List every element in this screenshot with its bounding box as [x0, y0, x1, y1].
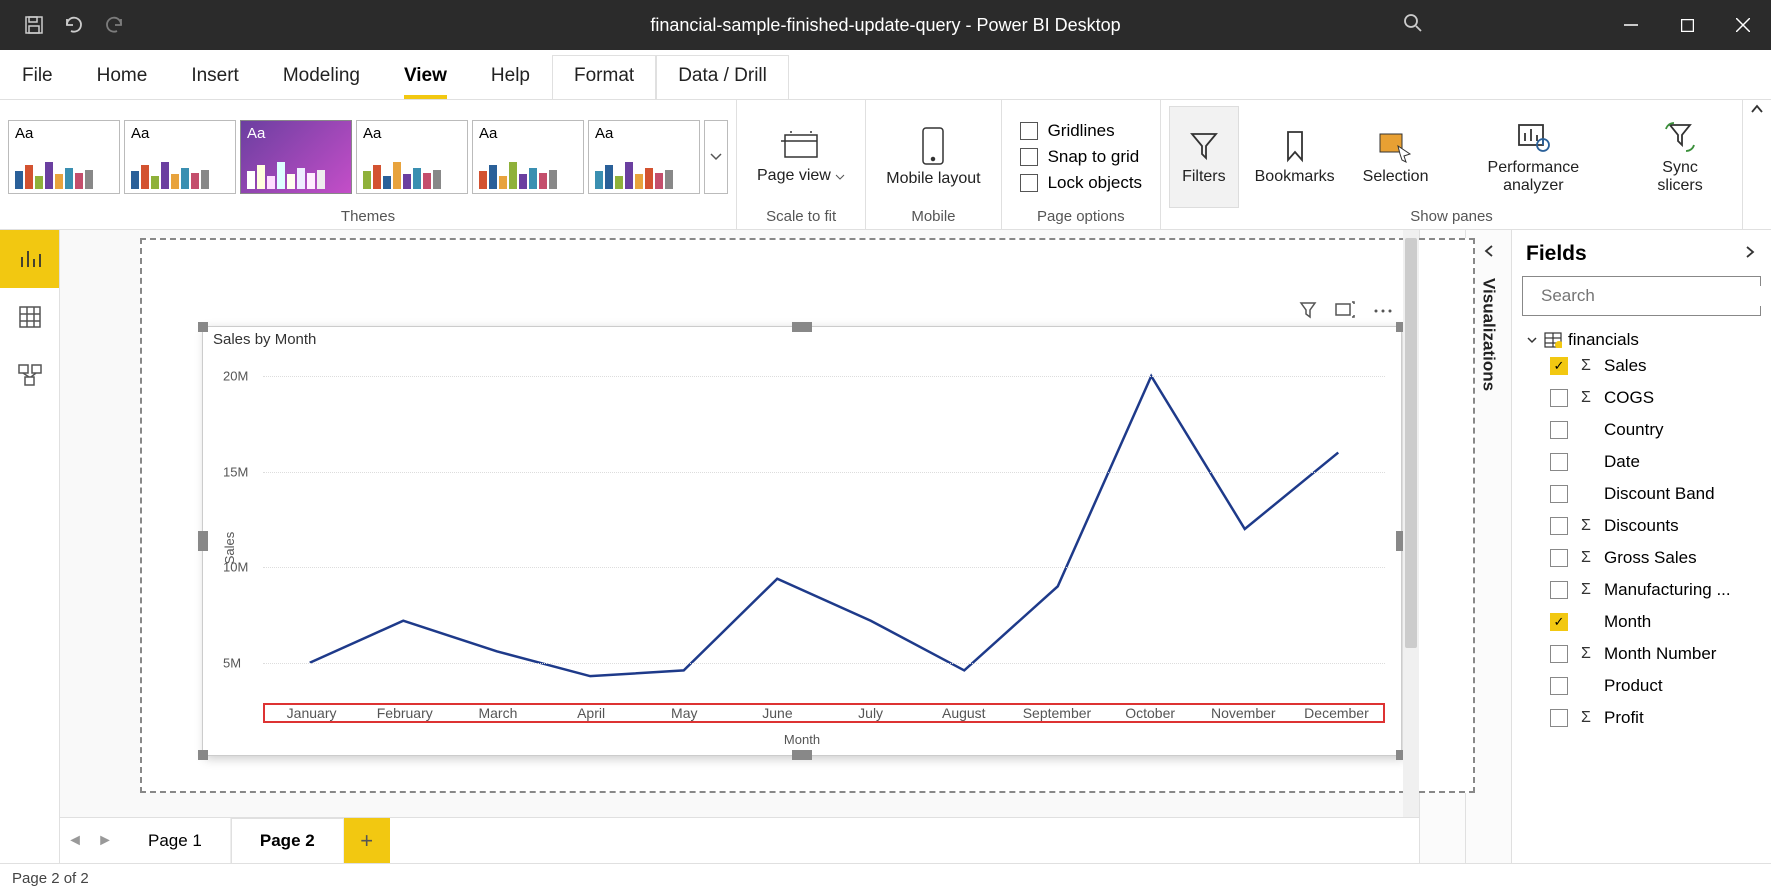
menu-file[interactable]: File — [0, 55, 75, 99]
mobile-layout-button[interactable]: Mobile layout — [874, 106, 992, 208]
gridlines-checkbox[interactable]: Gridlines — [1020, 121, 1143, 141]
window-title: financial-sample-finished-update-query -… — [650, 15, 1120, 36]
field-month-number[interactable]: ΣMonth Number — [1550, 638, 1771, 670]
menu-insert[interactable]: Insert — [169, 55, 261, 99]
chevron-down-icon — [835, 174, 845, 180]
data-view-button[interactable] — [0, 288, 59, 346]
lock-objects-checkbox[interactable]: Lock objects — [1020, 173, 1143, 193]
fields-pane-title: Fields — [1526, 242, 1587, 266]
chevron-right-icon[interactable] — [1743, 245, 1757, 264]
menu-home[interactable]: Home — [75, 55, 170, 99]
page-tab-1[interactable]: Page 1 — [120, 818, 231, 864]
redo-button[interactable] — [102, 13, 126, 37]
filters-toggle[interactable]: Filters — [1169, 106, 1239, 208]
resize-handle[interactable] — [792, 750, 812, 760]
status-bar: Page 2 of 2 — [0, 863, 1771, 893]
performance-analyzer-toggle[interactable]: Performance analyzer — [1444, 106, 1622, 208]
theme-option-5[interactable]: Aa — [472, 120, 584, 194]
view-rail — [0, 230, 60, 863]
selection-toggle[interactable]: Selection — [1351, 106, 1441, 208]
x-axis-title: Month — [784, 732, 820, 747]
visual-more-icon[interactable] — [1373, 301, 1393, 324]
fields-table-toggle[interactable]: financials — [1512, 326, 1771, 350]
undo-button[interactable] — [62, 13, 86, 37]
chevron-down-icon — [1526, 334, 1538, 346]
model-view-button[interactable] — [0, 346, 59, 404]
status-page-indicator: Page 2 of 2 — [12, 870, 89, 887]
minimize-button[interactable] — [1603, 0, 1659, 50]
fields-search-input[interactable] — [1541, 286, 1762, 306]
maximize-button[interactable] — [1659, 0, 1715, 50]
menu-data-drill[interactable]: Data / Drill — [656, 55, 789, 99]
filter-icon — [1186, 128, 1222, 164]
visual-filter-icon[interactable] — [1299, 301, 1317, 324]
bookmark-icon — [1280, 128, 1310, 164]
ribbon-group-page-options-label: Page options — [1010, 208, 1153, 227]
field-manufacturing[interactable]: ΣManufacturing ... — [1550, 574, 1771, 606]
selection-icon — [1376, 128, 1416, 164]
page-tab-strip: ◄ ► Page 1 Page 2 + — [60, 817, 1419, 863]
snap-to-grid-checkbox[interactable]: Snap to grid — [1020, 147, 1143, 167]
ribbon: Aa Aa Aa Aa Aa Aa Themes Page view Scale… — [0, 100, 1771, 230]
resize-handle[interactable] — [198, 531, 208, 551]
menu-view[interactable]: View — [382, 55, 469, 99]
ribbon-group-themes-label: Themes — [8, 208, 728, 227]
menu-help[interactable]: Help — [469, 55, 552, 99]
title-bar: financial-sample-finished-update-query -… — [0, 0, 1771, 50]
theme-option-3[interactable]: Aa — [240, 120, 352, 194]
line-chart-visual[interactable]: Sales by Month Sales Month 5M10M15M20M J… — [202, 326, 1402, 756]
save-button[interactable] — [22, 13, 46, 37]
fields-pane: Fields financials ΣSales ΣCOGS Country D… — [1511, 230, 1771, 863]
resize-handle[interactable] — [198, 322, 208, 332]
field-cogs[interactable]: ΣCOGS — [1550, 382, 1771, 414]
menu-bar: File Home Insert Modeling View Help Form… — [0, 50, 1771, 100]
resize-handle[interactable] — [198, 750, 208, 760]
chart-title: Sales by Month — [213, 331, 316, 348]
page-tab-2[interactable]: Page 2 — [231, 818, 344, 864]
fields-search[interactable] — [1522, 276, 1761, 316]
search-icon[interactable] — [1403, 13, 1423, 38]
close-button[interactable] — [1715, 0, 1771, 50]
menu-format[interactable]: Format — [552, 55, 656, 99]
tab-nav-prev[interactable]: ◄ — [60, 832, 90, 850]
page-view-button[interactable]: Page view — [745, 106, 857, 208]
themes-more-button[interactable] — [704, 120, 728, 194]
visual-focus-icon[interactable] — [1335, 301, 1355, 324]
field-sales[interactable]: ΣSales — [1550, 350, 1771, 382]
field-profit[interactable]: ΣProfit — [1550, 702, 1771, 734]
field-month[interactable]: Month — [1550, 606, 1771, 638]
field-date[interactable]: Date — [1550, 446, 1771, 478]
sync-slicers-icon — [1660, 119, 1700, 155]
table-icon — [1544, 332, 1562, 348]
performance-icon — [1513, 119, 1553, 155]
ribbon-group-mobile-label: Mobile — [874, 208, 992, 227]
sync-slicers-toggle[interactable]: Sync slicers — [1626, 106, 1734, 208]
chevron-left-icon — [1482, 244, 1496, 258]
ribbon-group-show-panes-label: Show panes — [1169, 208, 1734, 227]
theme-option-4[interactable]: Aa — [356, 120, 468, 194]
menu-modeling[interactable]: Modeling — [261, 55, 382, 99]
chevron-down-icon — [710, 153, 722, 161]
chevron-up-icon — [1750, 104, 1764, 114]
report-view-button[interactable] — [0, 230, 59, 288]
tab-nav-next[interactable]: ► — [90, 832, 120, 850]
field-gross-sales[interactable]: ΣGross Sales — [1550, 542, 1771, 574]
theme-option-6[interactable]: Aa — [588, 120, 700, 194]
field-discount-band[interactable]: Discount Band — [1550, 478, 1771, 510]
ribbon-group-scale-label: Scale to fit — [745, 208, 857, 227]
x-axis-labels: JanuaryFebruaryMarchAprilMayJuneJulyAugu… — [263, 703, 1385, 723]
field-product[interactable]: Product — [1550, 670, 1771, 702]
resize-handle[interactable] — [792, 322, 812, 332]
mobile-icon — [919, 126, 947, 166]
report-canvas[interactable]: Sales by Month Sales Month 5M10M15M20M J… — [140, 238, 1475, 793]
canvas-scrollbar[interactable] — [1403, 230, 1419, 817]
theme-option-1[interactable]: Aa — [8, 120, 120, 194]
new-page-button[interactable]: + — [344, 818, 390, 864]
page-view-icon — [781, 129, 821, 163]
bookmarks-toggle[interactable]: Bookmarks — [1243, 106, 1347, 208]
field-discounts[interactable]: ΣDiscounts — [1550, 510, 1771, 542]
ribbon-collapse-button[interactable] — [1743, 100, 1771, 229]
theme-option-2[interactable]: Aa — [124, 120, 236, 194]
field-country[interactable]: Country — [1550, 414, 1771, 446]
